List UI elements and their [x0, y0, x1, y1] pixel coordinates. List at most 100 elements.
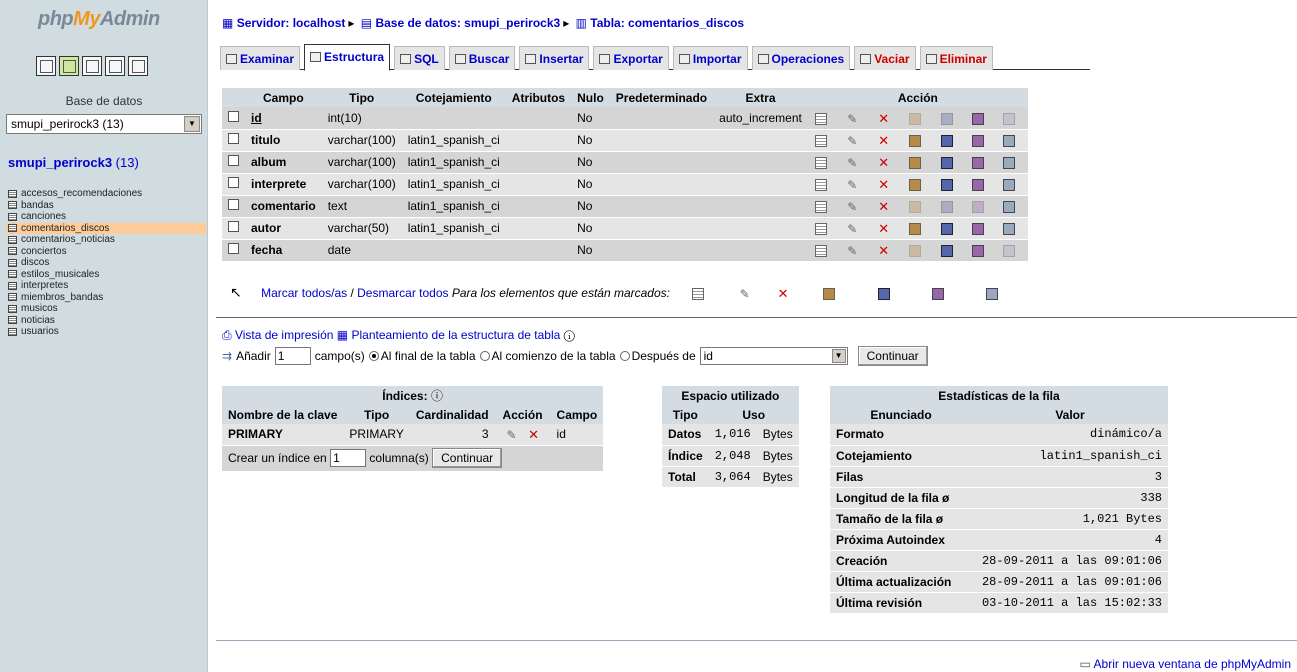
row-checkbox[interactable] [228, 133, 239, 144]
primary-key-icon[interactable] [823, 287, 836, 300]
delete-icon[interactable]: ✕ [777, 287, 789, 300]
fulltext-icon[interactable] [1003, 112, 1016, 125]
index-continue-button[interactable]: Continuar [432, 448, 503, 468]
edit-icon[interactable]: ✎ [846, 157, 858, 169]
tab-insertar[interactable]: Insertar [519, 46, 590, 70]
help-icon[interactable] [105, 56, 125, 76]
breadcrumb-db[interactable]: Base de datos: smupi_perirock3 [375, 16, 560, 30]
index-icon[interactable] [932, 287, 945, 300]
index-icon[interactable] [971, 222, 984, 235]
delete-icon[interactable]: ✕ [878, 178, 890, 191]
tab-sql[interactable]: SQL [394, 46, 445, 70]
table-link-conciertos[interactable]: conciertos [6, 246, 206, 258]
table-link-discos[interactable]: discos [6, 257, 206, 269]
database-select[interactable]: smupi_perirock3 (13) ▼ [6, 114, 202, 134]
index-icon[interactable] [971, 200, 984, 213]
delete-icon[interactable]: ✕ [878, 222, 890, 235]
index-icon[interactable] [971, 178, 984, 191]
row-checkbox[interactable] [228, 199, 239, 210]
fulltext-icon[interactable] [1003, 222, 1016, 235]
edit-icon[interactable]: ✎ [846, 135, 858, 147]
table-link-canciones[interactable]: canciones [6, 211, 206, 223]
add-count-input[interactable] [274, 347, 311, 365]
after-field-select[interactable]: id ▼ [699, 347, 848, 365]
index-icon[interactable] [971, 112, 984, 125]
help-icon[interactable]: ⓘ [564, 328, 575, 342]
fulltext-icon[interactable] [1003, 156, 1016, 169]
chevron-down-icon[interactable]: ▼ [831, 349, 846, 363]
delete-icon[interactable]: ✕ [878, 112, 890, 125]
tab-examinar[interactable]: Examinar [220, 46, 301, 70]
browse-icon[interactable] [814, 244, 827, 257]
table-link-usuarios[interactable]: usuarios [6, 326, 206, 338]
browse-icon[interactable] [814, 178, 827, 191]
delete-icon[interactable]: ✕ [878, 244, 890, 257]
new-window-link[interactable]: ▭ Abrir nueva ventana de phpMyAdmin [1080, 657, 1291, 671]
breadcrumb-server[interactable]: Servidor: localhost [237, 16, 346, 30]
edit-icon[interactable]: ✎ [846, 113, 858, 125]
browse-icon[interactable] [692, 287, 705, 300]
delete-icon[interactable]: ✕ [878, 134, 890, 147]
browse-icon[interactable] [814, 112, 827, 125]
edit-icon[interactable]: ✎ [846, 223, 858, 235]
print-view-link[interactable]: Vista de impresión [235, 328, 334, 342]
radio-end[interactable]: Al final de la tabla [368, 349, 476, 363]
browse-icon[interactable] [814, 134, 827, 147]
fulltext-icon[interactable] [1003, 200, 1016, 213]
delete-icon[interactable]: ✕ [528, 428, 540, 441]
tab-buscar[interactable]: Buscar [448, 46, 516, 70]
primary-key-icon[interactable] [909, 134, 922, 147]
fulltext-icon[interactable] [986, 287, 999, 300]
primary-key-icon[interactable] [909, 222, 922, 235]
phpmyadmin-logo[interactable]: phpMyAdmin [38, 8, 160, 31]
delete-icon[interactable]: ✕ [878, 200, 890, 213]
browse-icon[interactable] [814, 156, 827, 169]
docs-icon[interactable] [128, 56, 148, 76]
primary-key-icon[interactable] [909, 200, 922, 213]
db-title-link[interactable]: smupi_perirock3 (13) [8, 155, 139, 170]
unique-icon[interactable] [877, 287, 890, 300]
edit-icon[interactable]: ✎ [846, 245, 858, 257]
radio-start[interactable]: Al comienzo de la tabla [479, 349, 616, 363]
index-icon[interactable] [971, 156, 984, 169]
table-link-miembros-bandas[interactable]: miembros_bandas [6, 292, 206, 304]
table-link-comentarios-noticias[interactable]: comentarios_noticias [6, 234, 206, 246]
edit-icon[interactable]: ✎ [506, 429, 518, 441]
unique-icon[interactable] [940, 200, 953, 213]
table-link-interpretes[interactable]: interpretes [6, 280, 206, 292]
row-checkbox[interactable] [228, 155, 239, 166]
row-checkbox[interactable] [228, 110, 239, 122]
browse-icon[interactable] [814, 200, 827, 213]
sql-query-icon[interactable] [82, 56, 102, 76]
continue-button[interactable]: Continuar [857, 346, 928, 366]
fulltext-icon[interactable] [1003, 178, 1016, 191]
table-link-noticias[interactable]: noticias [6, 315, 206, 327]
edit-icon[interactable]: ✎ [739, 288, 751, 300]
unique-icon[interactable] [940, 134, 953, 147]
index-columns-input[interactable] [330, 449, 367, 467]
unique-icon[interactable] [940, 112, 953, 125]
unique-icon[interactable] [940, 156, 953, 169]
fulltext-icon[interactable] [1003, 134, 1016, 147]
browse-icon[interactable] [814, 222, 827, 235]
tab-exportar[interactable]: Exportar [593, 46, 669, 70]
tab-eliminar[interactable]: Eliminar [919, 46, 993, 70]
mark-all-link[interactable]: Marcar todos/as [261, 286, 347, 300]
row-checkbox[interactable] [228, 221, 239, 232]
row-checkbox[interactable] [228, 177, 239, 188]
structure-plan-link[interactable]: Planteamiento de la estructura de tabla [351, 328, 560, 342]
unmark-all-link[interactable]: Desmarcar todos [357, 286, 448, 300]
exit-icon[interactable] [59, 56, 79, 76]
index-icon[interactable] [971, 244, 984, 257]
tab-operaciones[interactable]: Operaciones [751, 46, 851, 70]
table-link-musicos[interactable]: musicos [6, 303, 206, 315]
unique-icon[interactable] [940, 178, 953, 191]
edit-icon[interactable]: ✎ [846, 179, 858, 191]
table-link-accesos-recomendaciones[interactable]: accesos_recomendaciones [6, 188, 206, 200]
radio-after[interactable]: Después de [619, 349, 696, 363]
tab-vaciar[interactable]: Vaciar [854, 46, 916, 70]
chevron-down-icon[interactable]: ▼ [184, 116, 200, 132]
primary-key-icon[interactable] [909, 112, 922, 125]
help-icon[interactable]: ⓘ [431, 389, 443, 403]
tab-importar[interactable]: Importar [672, 46, 748, 70]
